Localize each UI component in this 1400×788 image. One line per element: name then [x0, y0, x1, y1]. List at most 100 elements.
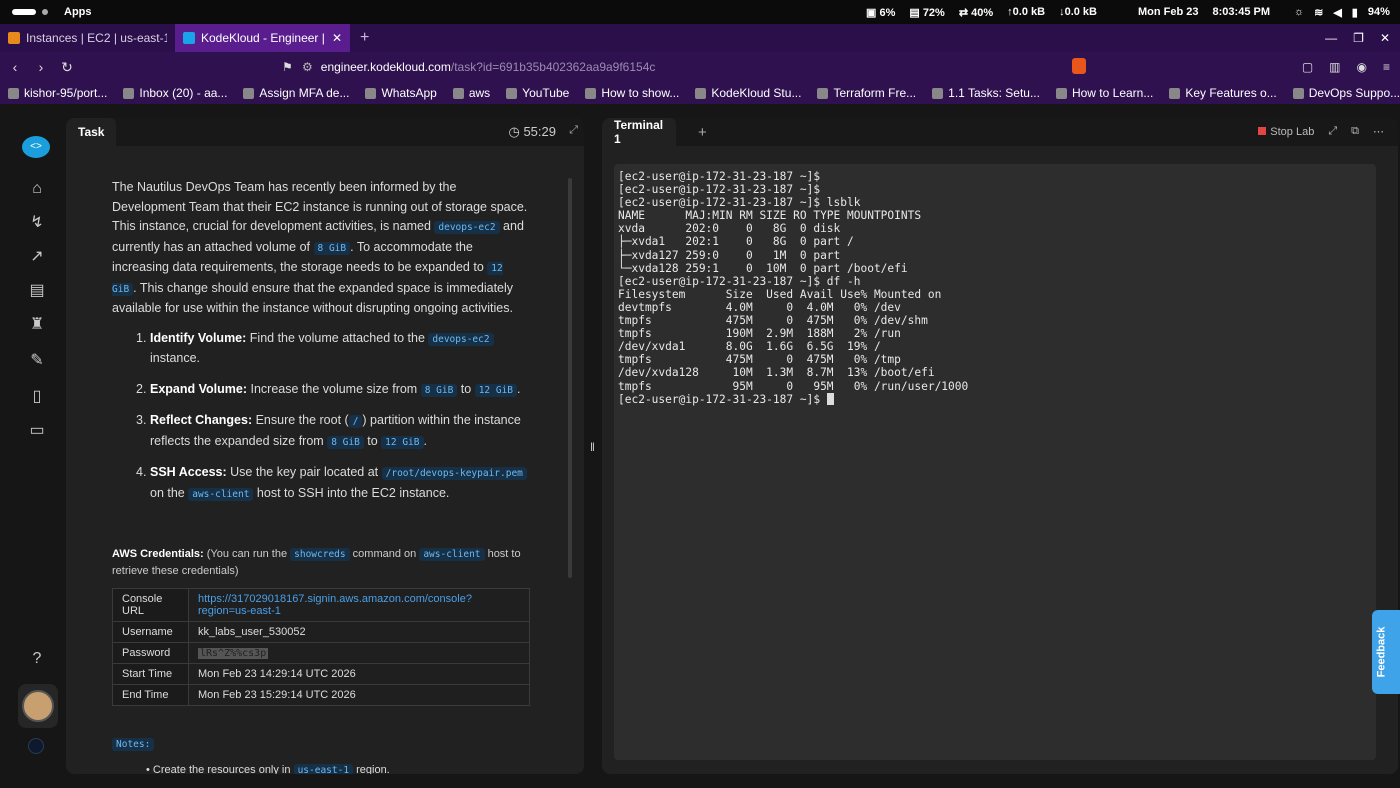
- open-external-icon[interactable]: ⧉: [1351, 125, 1359, 138]
- wifi-icon[interactable]: ≋: [1314, 6, 1323, 19]
- bookmark-label: Terraform Fre...: [833, 86, 917, 100]
- bookmark-favicon-icon: [932, 87, 944, 99]
- step-number: 2.: [136, 381, 147, 396]
- system-stats: ▣ 6% ▤ 72% ⇄ 40% ↑0.0 kB ↓0.0 kB: [866, 6, 1097, 19]
- bookmark-item[interactable]: Inbox (20) - aa...: [115, 86, 235, 100]
- path-icon[interactable]: ↯: [28, 214, 46, 232]
- back-icon[interactable]: ‹: [4, 59, 26, 75]
- terminal-line: ├─xvda1 202:1 0 8G 0 part /: [618, 235, 854, 249]
- avatar[interactable]: [22, 690, 54, 722]
- terminal-line: /dev/xvda1 8.0G 1.6G 6.5G 19% /: [618, 340, 881, 354]
- brightness-icon[interactable]: ☼: [1294, 6, 1304, 18]
- site-info-icon[interactable]: ⚙: [302, 60, 313, 74]
- step-number: 4.: [136, 465, 147, 479]
- cell-value[interactable]: kk_labs_user_530052: [188, 621, 530, 643]
- step-text: Increase the volume size from: [247, 381, 421, 396]
- reload-icon[interactable]: ↻: [56, 59, 78, 76]
- bookmark-icon[interactable]: ⚑: [282, 60, 293, 74]
- expand-icon[interactable]: ⤢: [1328, 125, 1337, 138]
- stop-lab-button[interactable]: Stop Lab: [1258, 126, 1314, 138]
- bookmark-label: KodeKloud Stu...: [711, 86, 802, 100]
- battery-icon[interactable]: ▮: [1352, 6, 1358, 19]
- bookmark-item[interactable]: WhatsApp: [357, 86, 444, 100]
- bookmark-item[interactable]: 1.1 Tasks: Setu...: [924, 86, 1048, 100]
- notes-icon[interactable]: ✎: [28, 352, 46, 370]
- workspace-dot[interactable]: [42, 9, 48, 15]
- password-value[interactable]: lRs^Z%%cs3p: [198, 648, 269, 659]
- close-window-icon[interactable]: ✕: [1380, 31, 1390, 45]
- bookmark-item[interactable]: How to show...: [577, 86, 687, 100]
- bookmark-label: WhatsApp: [381, 86, 437, 100]
- close-tab-icon[interactable]: ✕: [332, 31, 342, 45]
- address-bar[interactable]: ⚙ engineer.kodekloud.com/task?id=691b35b…: [302, 55, 1092, 79]
- step-code: aws-client: [188, 487, 254, 501]
- volume-icon[interactable]: ◀: [1333, 6, 1341, 19]
- help-icon[interactable]: ?: [28, 650, 46, 668]
- system-tray[interactable]: ☼ ≋ ◀ ▮ 94%: [1294, 6, 1390, 19]
- clock[interactable]: Mon Feb 23 8:03:45 PM: [1138, 6, 1270, 18]
- code-size-old: 8 GiB: [313, 241, 351, 255]
- bookmark-item[interactable]: KodeKloud Stu...: [687, 86, 809, 100]
- step-title: SSH Access:: [150, 465, 227, 479]
- creds-command: showcreds: [290, 548, 350, 561]
- more-icon[interactable]: ⋯: [1373, 125, 1384, 138]
- chat-icon[interactable]: ▭: [28, 422, 46, 440]
- book-icon[interactable]: ▯: [28, 388, 46, 406]
- bookmark-item[interactable]: aws: [445, 86, 498, 100]
- chart-icon[interactable]: ↗: [28, 248, 46, 266]
- step-code: 12 GiB: [381, 435, 424, 449]
- bookmark-item[interactable]: Assign MFA de...: [235, 86, 357, 100]
- step-item: 3. Reflect Changes: Ensure the root (/) …: [136, 411, 532, 452]
- bookmark-label: Key Features o...: [1185, 86, 1277, 100]
- video-icon[interactable]: ▤: [28, 282, 46, 300]
- bookmark-item[interactable]: How to Learn...: [1048, 86, 1161, 100]
- intro-text: . This change should ensure that the exp…: [112, 280, 514, 316]
- brave-shields-icon[interactable]: [1072, 58, 1086, 74]
- bookmark-item[interactable]: Key Features o...: [1161, 86, 1284, 100]
- mem-usage: ▤ 72%: [909, 6, 945, 19]
- kodekloud-logo-icon[interactable]: <>: [22, 136, 50, 158]
- expand-icon[interactable]: ⤢: [569, 124, 578, 137]
- console-url-link[interactable]: https://317029018167.signin.aws.amazon.c…: [198, 593, 472, 617]
- bookmark-item[interactable]: DevOps Suppo...: [1285, 86, 1400, 100]
- profile-icon[interactable]: ◉: [1357, 60, 1367, 74]
- table-row: Password lRs^Z%%cs3p: [112, 642, 530, 664]
- workspace-indicator[interactable]: [12, 9, 36, 15]
- screen: Apps ▣ 6% ▤ 72% ⇄ 40% ↑0.0 kB ↓0.0 kB Mo…: [0, 0, 1400, 788]
- terminal-output[interactable]: [ec2-user@ip-172-31-23-187 ~]$ [ec2-user@…: [614, 164, 1376, 760]
- feedback-label: Feedback: [1375, 626, 1388, 678]
- net-up-value: 0.0 kB: [1012, 6, 1046, 18]
- step-item: 2. Expand Volume: Increase the volume si…: [136, 380, 532, 401]
- task-scrollbar[interactable]: [568, 178, 572, 578]
- tab-instances[interactable]: Instances | EC2 | us-east-1: [0, 24, 175, 52]
- cell-value: Mon Feb 23 15:29:14 UTC 2026: [188, 684, 530, 706]
- bookmark-favicon-icon: [817, 87, 829, 99]
- add-terminal-button[interactable]: +: [698, 124, 707, 141]
- leaderboard-icon[interactable]: ♜: [28, 316, 46, 334]
- terminal-line: ├─xvda127 259:0 0 1M 0 part: [618, 248, 841, 262]
- home-icon[interactable]: ⌂: [28, 180, 46, 198]
- terminal-line: /dev/xvda128 10M 1.3M 8.7M 13% /boot/efi: [618, 366, 935, 380]
- tab-terminal-1[interactable]: Terminal 1: [602, 118, 676, 146]
- new-tab-button[interactable]: +: [360, 29, 369, 47]
- note-code: us-east-1: [293, 764, 354, 774]
- step-title: Identify Volume:: [150, 330, 247, 345]
- menu-icon[interactable]: ≡: [1383, 60, 1390, 74]
- forward-icon[interactable]: ›: [30, 59, 52, 75]
- feedback-button[interactable]: Feedback: [1372, 610, 1400, 694]
- bookmark-item[interactable]: YouTube: [498, 86, 577, 100]
- tab-task[interactable]: Task: [66, 118, 117, 146]
- step-number: 3.: [136, 413, 147, 427]
- window-controls: — ❐ ✕: [1325, 31, 1390, 45]
- step-text: Use the key pair located at: [226, 465, 382, 479]
- maximize-icon[interactable]: ❐: [1353, 31, 1364, 45]
- bookmark-item[interactable]: kishor-95/port...: [0, 86, 115, 100]
- status-dot-icon[interactable]: [28, 738, 44, 754]
- wallet-icon[interactable]: ▢: [1302, 60, 1313, 74]
- bookmark-item[interactable]: Terraform Fre...: [809, 86, 924, 100]
- sidebar-toggle-icon[interactable]: ▥: [1329, 60, 1340, 74]
- minimize-icon[interactable]: —: [1325, 31, 1337, 45]
- tab-kodekloud[interactable]: KodeKloud - Engineer | ✕: [175, 24, 350, 52]
- apps-menu[interactable]: Apps: [64, 6, 92, 18]
- panel-resize-handle[interactable]: ‖: [590, 440, 595, 454]
